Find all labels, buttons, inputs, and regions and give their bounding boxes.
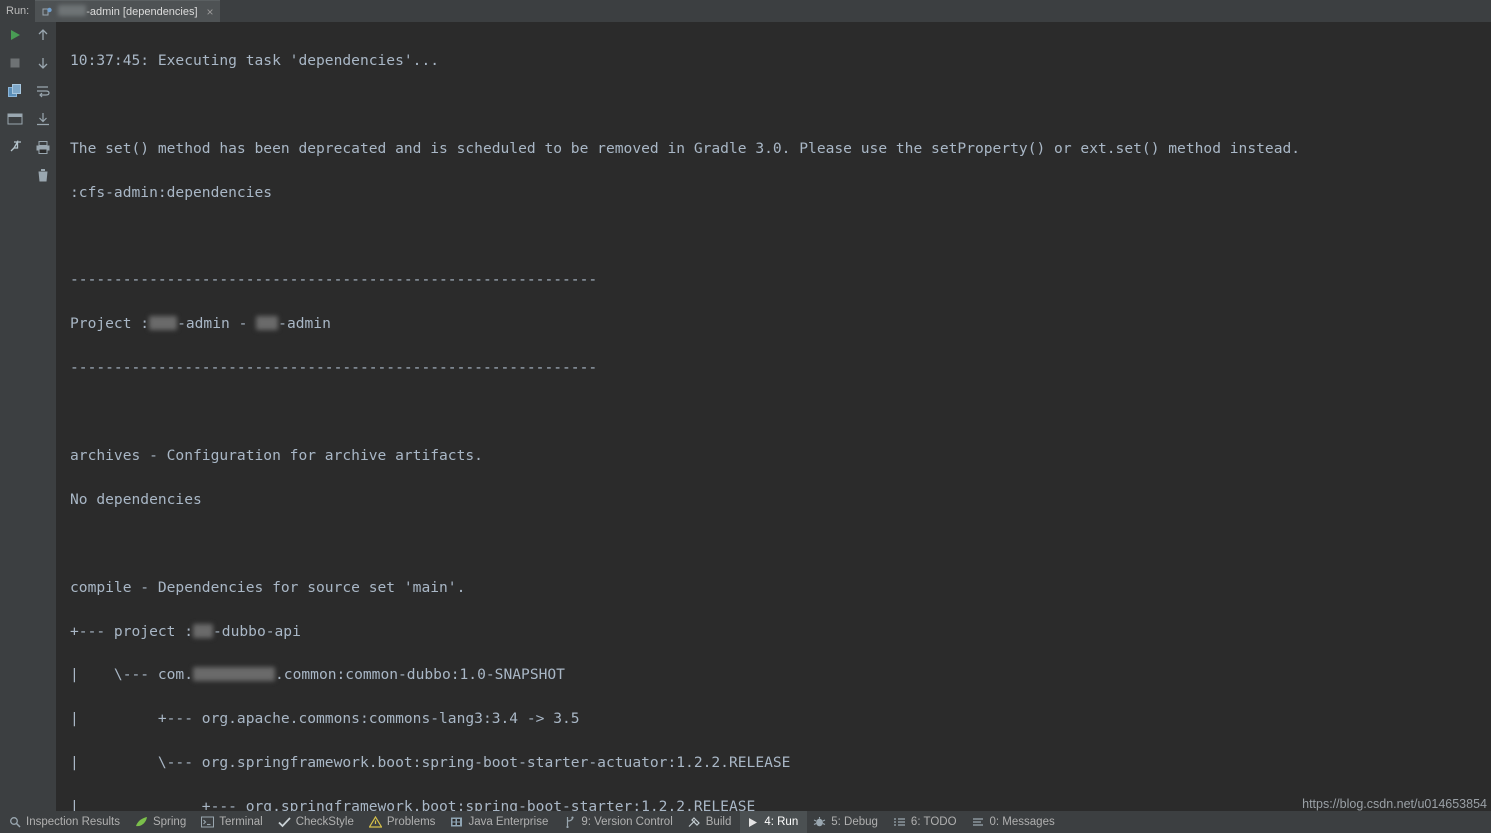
printer-icon[interactable] [32,136,54,158]
bug-icon [813,816,826,829]
sidebar-item-label: CheckStyle [295,816,354,828]
sidebar-item-inspection-results[interactable]: Inspection Results [2,811,129,833]
sidebar-item-label: 6: TODO [910,816,957,828]
terminal-icon [201,816,215,829]
sidebar-item-label: 4: Run [764,816,799,828]
run-tab-label: -admin [dependencies] [58,5,198,18]
console-line: | +--- org.apache.commons:commons-lang3:… [70,710,580,728]
redacted-text [149,316,178,331]
run-console[interactable]: 10:37:45: Executing task 'dependencies'.… [56,22,1491,811]
console-text: 10:37:45: Executing task 'dependencies'.… [56,22,1491,811]
sidebar-item-todo[interactable]: 6: TODO [887,811,966,833]
copy-icon[interactable] [4,80,26,102]
sidebar-item-label: 0: Messages [989,816,1055,828]
close-icon[interactable]: × [207,6,214,18]
console-line: archives - Configuration for archive art… [70,446,483,464]
sidebar-item-checkstyle[interactable]: CheckStyle [272,811,363,833]
sidebar-item-label: Inspection Results [26,816,120,828]
tool-window-status-bar: Inspection Results Spring Terminal Check… [0,811,1491,833]
wrap-icon[interactable] [32,80,54,102]
warning-icon [368,816,382,829]
redacted-text [256,316,279,331]
sidebar-item-spring[interactable]: Spring [129,811,195,833]
sidebar-item-run[interactable]: 4: Run [740,811,808,833]
pin-icon[interactable] [4,136,26,158]
inspection-icon [8,816,21,829]
play-icon [746,816,759,829]
sidebar-item-label: 9: Version Control [581,816,673,828]
java-enterprise-icon [450,816,463,829]
redacted-project-name [58,5,87,16]
console-line: ----------------------------------------… [70,359,598,377]
hammer-icon [688,816,701,829]
checkstyle-icon [278,816,291,829]
watermark-url: https://blog.csdn.net/u014653854 [1302,797,1487,811]
run-label: Run: [6,5,30,17]
sidebar-item-debug[interactable]: 5: Debug [807,811,887,833]
play-icon[interactable] [4,24,26,46]
stop-icon[interactable] [4,52,26,74]
redacted-text [193,623,214,638]
console-line-dubbo-api: +--- project : -dubbo-api [70,622,301,640]
run-actions-toolbar [2,24,28,158]
console-line: | +--- org.springframework.boot:spring-b… [70,798,756,811]
sidebar-item-label: Build [705,816,732,828]
sidebar-item-java-enterprise[interactable]: Java Enterprise [444,811,557,833]
scroll-end-icon[interactable] [32,108,54,130]
sidebar-item-build[interactable]: Build [682,811,741,833]
sidebar-item-messages[interactable]: 0: Messages [966,811,1064,833]
window-icon[interactable] [4,108,26,130]
run-toolwindow-left-toolbars [0,22,56,811]
console-line-common-dubbo: | \--- com. .common:common-dubbo:1.0-SNAP… [70,666,565,684]
spring-leaf-icon [135,816,148,829]
console-line: 10:37:45: Executing task 'dependencies'.… [70,51,440,69]
arrow-up-icon[interactable] [32,24,54,46]
run-toolwindow-header: Run: -admin [dependencies] × [0,0,1491,22]
todo-list-icon [893,816,906,829]
messages-icon [972,816,985,829]
console-line: | \--- org.springframework.boot:spring-b… [70,754,791,772]
sidebar-item-label: Java Enterprise [468,816,549,828]
sidebar-item-problems[interactable]: Problems [363,811,445,833]
console-line: :cfs-admin:dependencies [70,183,273,201]
console-line: No dependencies [70,490,202,508]
arrow-down-icon[interactable] [32,52,54,74]
sidebar-item-terminal[interactable]: Terminal [195,811,271,833]
console-actions-toolbar [30,24,56,186]
run-tab-dependencies[interactable]: -admin [dependencies] × [35,0,220,22]
run-config-icon [41,6,53,18]
console-line: ----------------------------------------… [70,271,598,289]
console-line-project: Project : -admin - -admin [70,315,331,333]
console-line: compile - Dependencies for source set 'm… [70,578,466,596]
trash-icon[interactable] [32,164,54,186]
sidebar-item-label: Problems [386,816,436,828]
ide-run-window: Run: -admin [dependencies] × 10:37:45: E… [0,0,1491,833]
sidebar-item-label: Spring [152,816,187,828]
sidebar-item-label: 5: Debug [831,816,878,828]
sidebar-item-version-control[interactable]: 9: Version Control [557,811,681,833]
redacted-text [193,667,276,682]
branch-icon [563,816,576,829]
console-line: The set() method has been deprecated and… [70,139,1301,157]
sidebar-item-label: Terminal [219,816,263,828]
